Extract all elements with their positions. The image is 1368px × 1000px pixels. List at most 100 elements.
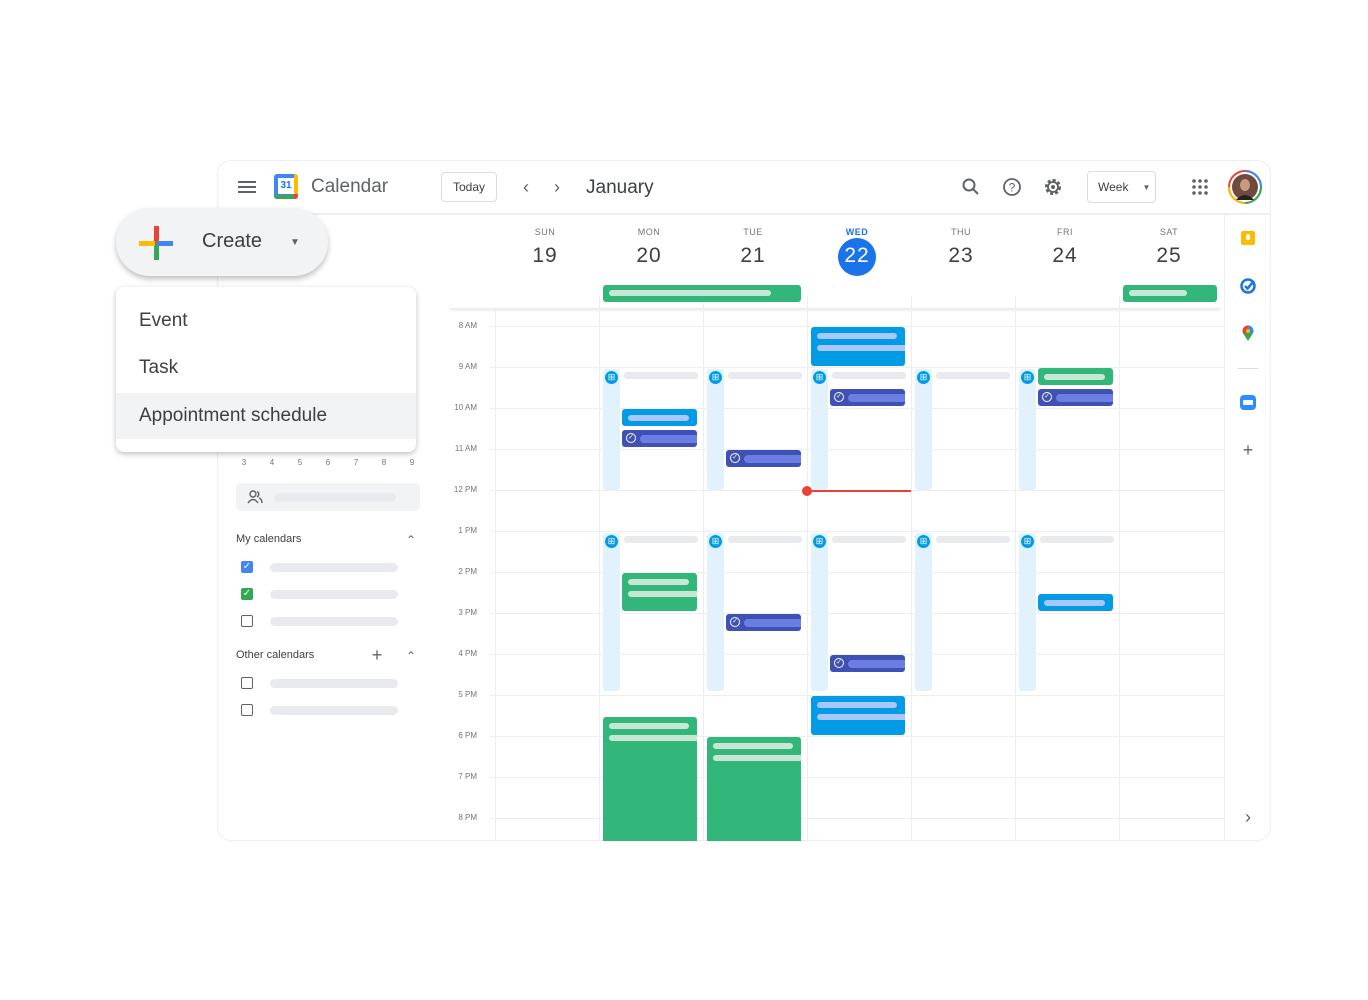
mini-calendar-day[interactable]: 3: [238, 458, 250, 467]
chevron-up-icon[interactable]: ⌃: [404, 530, 418, 550]
menu-icon[interactable]: [238, 181, 256, 193]
appointment-schedule-block[interactable]: [811, 533, 828, 691]
task-event[interactable]: ✓: [726, 614, 801, 632]
menu-item-appointment-schedule[interactable]: Appointment schedule: [116, 393, 416, 439]
next-week-icon[interactable]: ›: [548, 177, 566, 197]
time-label: 1 PM: [458, 526, 477, 535]
maps-icon[interactable]: [1242, 325, 1254, 342]
mini-calendar-day[interactable]: 7: [350, 458, 362, 467]
event-title-placeholder: [640, 434, 697, 443]
hour-line: [490, 531, 1224, 532]
settings-icon[interactable]: [1043, 177, 1063, 197]
calendar-event[interactable]: [622, 573, 697, 611]
time-label: 9 AM: [458, 362, 477, 371]
all-day-event[interactable]: [1123, 285, 1217, 302]
appointment-schedule-block[interactable]: [1019, 369, 1036, 490]
day-number[interactable]: 23: [909, 244, 1013, 268]
keep-icon[interactable]: [1241, 231, 1255, 245]
mini-calendar-day[interactable]: 9: [406, 458, 418, 467]
task-event[interactable]: ✓: [830, 655, 905, 673]
day-of-week: TUE: [743, 227, 763, 237]
day-of-week: SAT: [1159, 227, 1179, 237]
hour-line: [490, 613, 1224, 614]
help-icon[interactable]: ?: [1002, 177, 1022, 197]
event-title-placeholder: [1044, 374, 1105, 380]
menu-item-event[interactable]: Event: [116, 298, 416, 344]
mini-calendar-day[interactable]: 8: [378, 458, 390, 467]
day-number[interactable]: 19: [493, 244, 597, 268]
mini-calendar-day[interactable]: 4: [266, 458, 278, 467]
tasks-icon[interactable]: [1240, 278, 1256, 294]
appointment-grid-icon: ⊞: [917, 535, 930, 548]
time-label: 2 PM: [458, 567, 477, 576]
appointment-schedule-block[interactable]: [707, 533, 724, 691]
plus-icon: [139, 226, 173, 260]
current-month: January: [586, 177, 654, 198]
zoom-icon[interactable]: [1240, 395, 1256, 410]
task-event[interactable]: ✓: [726, 450, 801, 468]
calendar-event[interactable]: [1038, 593, 1113, 611]
all-day-event[interactable]: [603, 285, 801, 302]
appointment-schedule-block[interactable]: [1019, 533, 1036, 691]
calendar-event[interactable]: [1038, 368, 1113, 386]
day-number[interactable]: 20: [597, 244, 701, 268]
time-column-divider: [495, 310, 496, 841]
event-detail-placeholder: [817, 714, 905, 720]
appointment-schedule-block[interactable]: [915, 369, 932, 490]
menu-item-task[interactable]: Task: [116, 345, 416, 391]
chevron-up-icon[interactable]: ⌃: [404, 646, 418, 666]
hour-line: [490, 736, 1224, 737]
view-select[interactable]: Week ▼: [1087, 171, 1156, 203]
time-label: 6 PM: [458, 731, 477, 740]
caret-down-icon: ▼: [1142, 182, 1151, 192]
event-title-placeholder: [817, 333, 897, 339]
appointment-schedule-block[interactable]: [603, 369, 620, 490]
people-icon: [247, 490, 263, 504]
appointment-schedule-block[interactable]: [915, 533, 932, 691]
prev-week-icon[interactable]: ‹: [517, 177, 535, 197]
calendar-event[interactable]: [603, 716, 697, 841]
current-time-line: [807, 490, 911, 492]
calendar-event[interactable]: [622, 409, 697, 427]
today-button[interactable]: Today: [441, 172, 497, 202]
task-event[interactable]: ✓: [622, 429, 697, 447]
appointment-schedule-block[interactable]: [707, 369, 724, 490]
calendar-checkbox[interactable]: [241, 615, 253, 627]
day-number[interactable]: 22: [805, 244, 909, 268]
appointment-grid-icon: ⊞: [917, 371, 930, 384]
appointment-grid-icon: ⊞: [709, 371, 722, 384]
side-panel-divider: [1224, 214, 1225, 841]
calendar-checkbox[interactable]: ✓: [241, 588, 253, 600]
day-number[interactable]: 24: [1013, 244, 1117, 268]
schedule-title-placeholder: [832, 536, 906, 543]
day-number[interactable]: 25: [1117, 244, 1221, 268]
appointment-grid-icon: ⊞: [1021, 371, 1034, 384]
calendar-checkbox[interactable]: [241, 704, 253, 716]
day-of-week: MON: [637, 227, 661, 237]
task-event[interactable]: ✓: [1038, 388, 1113, 406]
mini-calendar-day[interactable]: 6: [322, 458, 334, 467]
side-panel-separator: [1238, 368, 1258, 369]
avatar[interactable]: [1228, 170, 1262, 204]
apps-grid-icon[interactable]: [1192, 179, 1208, 195]
search-icon[interactable]: [961, 177, 981, 197]
add-calendar-icon[interactable]: +: [369, 645, 385, 665]
time-label: 12 PM: [453, 485, 477, 494]
add-addon-icon[interactable]: +: [1239, 440, 1257, 460]
calendar-checkbox[interactable]: ✓: [241, 561, 253, 573]
calendar-name-placeholder: [270, 706, 398, 715]
expand-panel-icon[interactable]: ›: [1239, 807, 1257, 827]
appointment-schedule-block[interactable]: [603, 533, 620, 691]
calendar-checkbox[interactable]: [241, 677, 253, 689]
hour-line: [490, 408, 1224, 409]
allday-divider: [450, 305, 1220, 308]
calendar-event[interactable]: [811, 327, 905, 366]
task-event[interactable]: ✓: [830, 388, 905, 406]
calendar-event[interactable]: [707, 737, 801, 841]
calendar-event[interactable]: [811, 696, 905, 735]
search-people-input[interactable]: [236, 483, 420, 511]
day-number[interactable]: 21: [701, 244, 805, 268]
appointment-schedule-block[interactable]: [811, 369, 828, 490]
mini-calendar-day[interactable]: 5: [294, 458, 306, 467]
header-divider: [217, 213, 1271, 215]
